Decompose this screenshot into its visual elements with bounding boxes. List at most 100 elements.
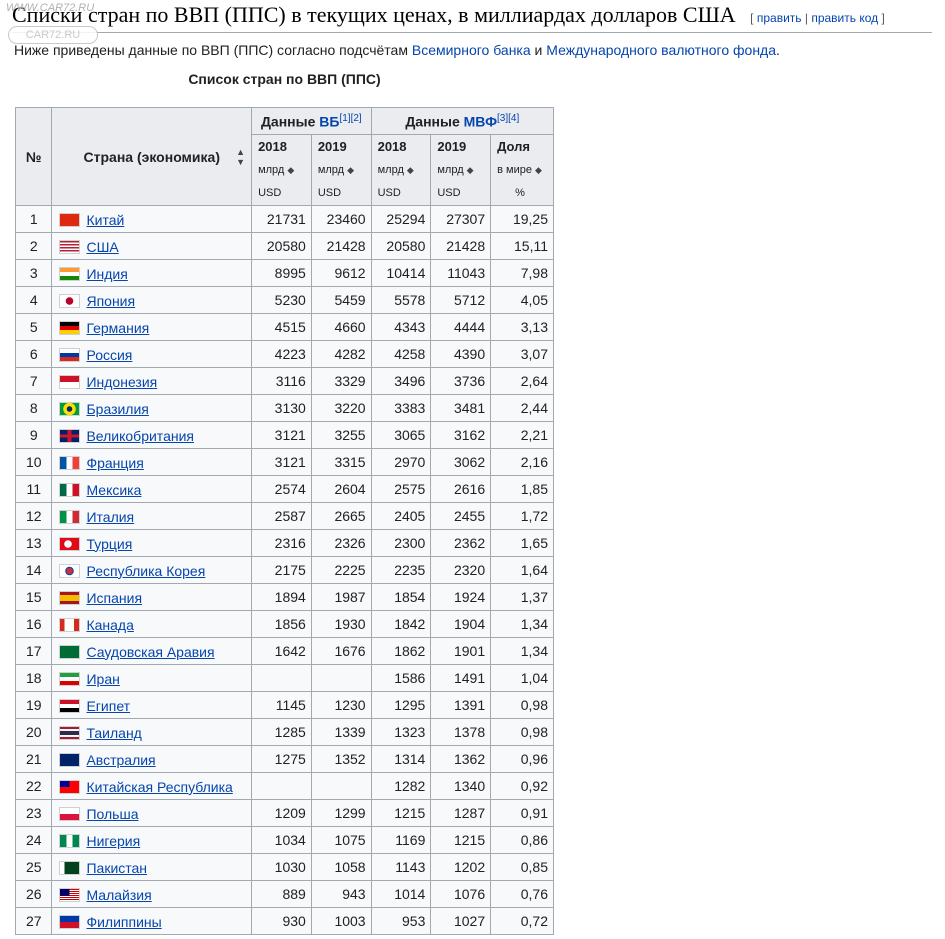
col-header-number[interactable]: № bbox=[14, 107, 53, 206]
country-link[interactable]: США bbox=[86, 239, 118, 255]
country-link[interactable]: Германия bbox=[86, 320, 149, 336]
col-header-share[interactable]: Доля в мире ◆% bbox=[490, 134, 554, 206]
col-header-imf-2018[interactable]: 2018 млрд ◆ USD bbox=[370, 134, 432, 206]
edit-link[interactable]: править bbox=[757, 11, 802, 25]
wb-abbr-link[interactable]: ВБ bbox=[319, 113, 339, 129]
country-link[interactable]: Египет bbox=[86, 698, 130, 714]
rank-cell: 6 bbox=[14, 340, 53, 368]
country-cell: Мексика bbox=[51, 475, 253, 503]
sort-icon: ◆ bbox=[406, 165, 414, 175]
edit-section-links: [ править | править код ] bbox=[750, 11, 885, 25]
country-cell: Россия bbox=[51, 340, 253, 368]
country-link[interactable]: Республика Корея bbox=[86, 563, 205, 579]
imf-2019-cell: 21428 bbox=[430, 232, 492, 260]
rank-cell: 12 bbox=[14, 502, 53, 530]
country-link[interactable]: Канада bbox=[86, 617, 133, 633]
wb-2019-cell: 4282 bbox=[310, 340, 372, 368]
rank-cell: 13 bbox=[14, 529, 53, 557]
edit-code-link[interactable]: править код bbox=[811, 11, 878, 25]
imf-abbr-link[interactable]: МВФ bbox=[464, 113, 497, 129]
flag-eg-icon bbox=[59, 698, 81, 713]
flag-mx-icon bbox=[59, 482, 81, 497]
col-header-country[interactable]: Страна (экономика) ▲ ▼ bbox=[51, 107, 253, 206]
sort-icon: ◆ bbox=[466, 165, 474, 175]
country-link[interactable]: Саудовская Аравия bbox=[86, 644, 214, 660]
share-cell: 4,05 bbox=[490, 286, 554, 314]
flag-pk-icon bbox=[59, 860, 81, 875]
country-cell: Канада bbox=[51, 610, 253, 638]
wb-2019-cell: 2665 bbox=[310, 502, 372, 530]
country-link[interactable]: Мексика bbox=[86, 482, 141, 498]
imf-link[interactable]: Международного валютного фонда bbox=[546, 42, 776, 58]
share-cell: 0,85 bbox=[490, 853, 554, 881]
imf-2018-cell: 1143 bbox=[370, 853, 432, 881]
rank-cell: 2 bbox=[14, 232, 53, 260]
country-cell: Польша bbox=[51, 799, 253, 827]
rank-cell: 16 bbox=[14, 610, 53, 638]
rank-cell: 23 bbox=[14, 799, 53, 827]
imf-2018-cell: 1862 bbox=[370, 637, 432, 665]
share-cell: 1,65 bbox=[490, 529, 554, 557]
country-link[interactable]: Польша bbox=[86, 806, 138, 822]
wb-2019-cell: 2225 bbox=[310, 556, 372, 584]
country-link[interactable]: Иран bbox=[86, 671, 119, 687]
flag-cn-icon bbox=[59, 212, 81, 227]
country-link[interactable]: Таиланд bbox=[86, 725, 141, 741]
country-link[interactable]: Нигерия bbox=[86, 833, 140, 849]
share-cell: 1,37 bbox=[490, 583, 554, 611]
col-header-wb-2019[interactable]: 2019 млрд ◆ USD bbox=[310, 134, 372, 206]
imf-2019-cell: 3481 bbox=[430, 394, 492, 422]
imf-2018-cell: 2575 bbox=[370, 475, 432, 503]
sort-icon: ◆ bbox=[347, 165, 355, 175]
col-header-wb-2018[interactable]: 2018 млрд ◆ USD bbox=[251, 134, 312, 206]
imf-2018-cell: 1854 bbox=[370, 583, 432, 611]
country-link[interactable]: Франция bbox=[86, 455, 143, 471]
rank-cell: 18 bbox=[14, 664, 53, 692]
wb-2018-cell: 4515 bbox=[251, 313, 312, 341]
country-link[interactable]: Китайская Республика bbox=[86, 779, 232, 795]
table-row: 11 Мексика 2574 2604 2575 2616 1,85 bbox=[14, 475, 554, 503]
wb-2019-cell: 3220 bbox=[310, 394, 372, 422]
country-link[interactable]: Индия bbox=[86, 266, 127, 282]
rank-cell: 20 bbox=[14, 718, 53, 746]
section-title: Списки стран по ВВП (ППС) в текущих цена… bbox=[12, 2, 736, 27]
country-link[interactable]: Россия bbox=[86, 347, 132, 363]
country-link[interactable]: Великобритания bbox=[86, 428, 194, 444]
flag-de-icon bbox=[59, 320, 81, 335]
flag-id-icon bbox=[59, 374, 81, 389]
country-link[interactable]: Малайзия bbox=[86, 887, 151, 903]
world-bank-link[interactable]: Всемирного банка bbox=[412, 42, 531, 58]
flag-th-icon bbox=[59, 725, 81, 740]
wb-2018-cell: 1856 bbox=[251, 610, 312, 638]
country-link[interactable]: Китай bbox=[86, 212, 124, 228]
wb-refs[interactable]: [1][2] bbox=[339, 113, 361, 124]
table-row: 6 Россия 4223 4282 4258 4390 3,07 bbox=[14, 340, 554, 368]
imf-refs[interactable]: [3][4] bbox=[497, 113, 519, 124]
country-link[interactable]: Турция bbox=[86, 536, 132, 552]
country-cell: Филиппины bbox=[51, 907, 253, 935]
wb-2018-cell bbox=[251, 772, 312, 800]
wb-2019-cell: 3315 bbox=[310, 448, 372, 476]
country-link[interactable]: Италия bbox=[86, 509, 134, 525]
country-link[interactable]: Бразилия bbox=[86, 401, 148, 417]
country-link[interactable]: Филиппины bbox=[86, 914, 161, 930]
country-link[interactable]: Япония bbox=[86, 293, 135, 309]
imf-2018-cell: 4258 bbox=[370, 340, 432, 368]
flag-my-icon bbox=[59, 887, 81, 902]
country-link[interactable]: Пакистан bbox=[86, 860, 147, 876]
imf-2019-cell: 1340 bbox=[430, 772, 492, 800]
country-link[interactable]: Австралия bbox=[86, 752, 155, 768]
col-header-imf-2019[interactable]: 2019 млрд ◆ USD bbox=[430, 134, 492, 206]
country-link[interactable]: Испания bbox=[86, 590, 142, 606]
imf-2018-cell: 25294 bbox=[370, 205, 432, 233]
sort-icon[interactable]: ▲ ▼ bbox=[236, 147, 245, 167]
imf-2019-cell: 1215 bbox=[430, 826, 492, 854]
imf-2019-cell: 1391 bbox=[430, 691, 492, 719]
imf-2019-cell: 2616 bbox=[430, 475, 492, 503]
imf-2019-cell: 1202 bbox=[430, 853, 492, 881]
rank-cell: 22 bbox=[14, 772, 53, 800]
country-link[interactable]: Индонезия bbox=[86, 374, 157, 390]
wb-2019-cell bbox=[310, 664, 372, 692]
wb-2018-cell: 8995 bbox=[251, 259, 312, 287]
share-cell: 0,92 bbox=[490, 772, 554, 800]
